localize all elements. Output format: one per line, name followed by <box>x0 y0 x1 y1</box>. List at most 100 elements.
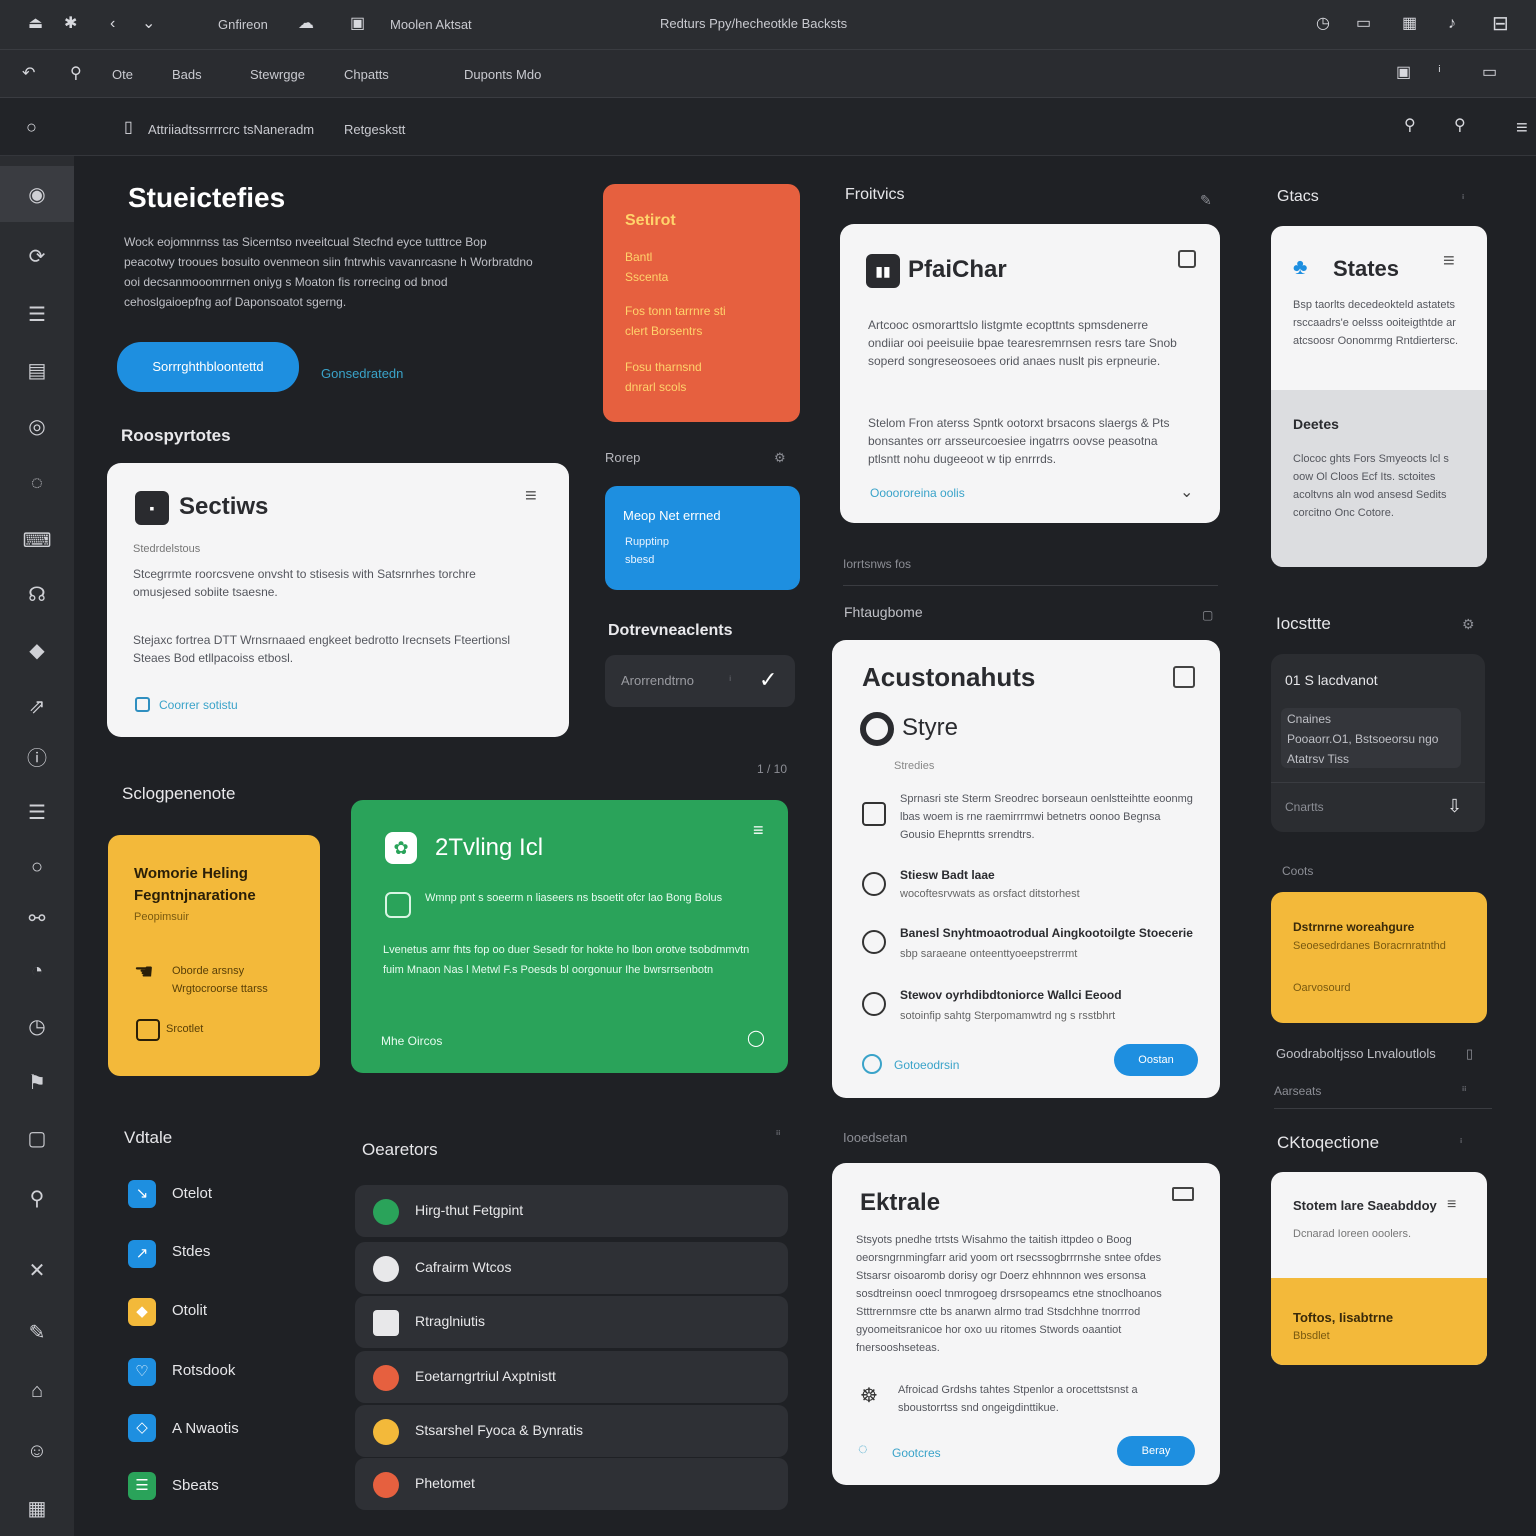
list-item[interactable]: Otelot <box>172 1185 212 1202</box>
primary-button[interactable]: Sorrrghthbloontettd <box>117 342 299 392</box>
window-icon[interactable]: ▣ <box>350 16 365 32</box>
list-row[interactable]: Rtraglniutis <box>355 1296 788 1348</box>
clock-icon[interactable]: ◷ <box>22 1012 52 1042</box>
docs-input[interactable]: Arorrendtrno ⁱ ✓ <box>605 655 795 707</box>
settings-icon[interactable]: ⚙ <box>774 450 786 466</box>
camera-icon[interactable]: ▭ <box>1356 16 1371 32</box>
save-icon[interactable]: ▣ <box>1396 65 1411 81</box>
secondary-link[interactable]: Gonsedratedn <box>321 366 403 381</box>
headset-icon[interactable]: ☊ <box>22 580 52 610</box>
list-row[interactable]: Phetomet <box>355 1458 788 1510</box>
search-icon[interactable]: ⚲ <box>22 1184 52 1214</box>
list-row[interactable]: Cafrairm Wtcos <box>355 1242 788 1294</box>
states-card[interactable]: ♣ States ≡ Bsp taorlts decedeokteld asta… <box>1271 226 1487 567</box>
pin-icon[interactable]: ⚑ <box>22 1068 52 1098</box>
panel-icon[interactable]: ⊟ <box>1492 14 1509 34</box>
info-icon[interactable]: ⁱ <box>1438 65 1441 81</box>
minimize-icon[interactable] <box>1172 1187 1194 1201</box>
breadcrumb[interactable]: Attriiadtssrrrrcrc tsNaneradm <box>148 122 314 137</box>
grid-icon[interactable]: ▦ <box>1402 16 1417 32</box>
share-icon[interactable]: ⚯ <box>22 904 52 934</box>
calendar-icon[interactable]: ▤ <box>22 356 52 386</box>
edit-icon[interactable]: ✎ <box>1200 192 1212 209</box>
preferences-card[interactable]: Acustonahuts Styre Stredies Sprnasri ste… <box>832 640 1220 1098</box>
menu-icon[interactable]: ≡ <box>1516 118 1528 138</box>
green-card[interactable]: ✿ 2Tvling Icl ≡ Wmnp pnt s soeerm n lias… <box>351 800 788 1073</box>
list-icon[interactable]: ☰ <box>22 798 52 828</box>
download-icon[interactable]: ⇩ <box>1447 796 1462 817</box>
checkbox[interactable] <box>1178 250 1196 268</box>
circle-icon[interactable]: ○ <box>26 118 37 136</box>
breadcrumb-section[interactable]: Retgeskstt <box>344 122 405 137</box>
primary-button[interactable]: Oostan <box>1114 1044 1198 1076</box>
globe-icon[interactable]: ◎ <box>22 412 52 442</box>
checkbox[interactable] <box>1173 666 1195 688</box>
toolbar-item[interactable]: Duponts Mdo <box>464 67 541 82</box>
window-icon[interactable]: ▢ <box>22 1124 52 1154</box>
yellow-card-left[interactable]: Womorie Heling Fegntnjnaratione Peopimsu… <box>108 835 320 1076</box>
back-icon[interactable]: ‹ <box>110 16 115 32</box>
checkbox[interactable] <box>135 697 150 712</box>
notes-card[interactable]: Stotem lare Saeabddoy ≡ Dcnarad Ioreen o… <box>1271 1172 1487 1365</box>
edit-icon[interactable]: ✎ <box>22 1318 52 1348</box>
chat-icon[interactable]: ◌ <box>22 468 52 498</box>
check-icon[interactable]: ✓ <box>759 667 777 693</box>
square-icon[interactable]: ▯ <box>1466 1046 1473 1062</box>
clock-icon[interactable]: ◷ <box>1316 16 1330 32</box>
list-item[interactable]: Otolit <box>172 1302 207 1319</box>
chevron-down-icon[interactable]: ⌄ <box>142 16 155 32</box>
card-link[interactable]: Oooororeina oolis <box>870 486 965 500</box>
card-link[interactable]: Mhe Oircos <box>381 1034 442 1048</box>
toolbar-item[interactable]: Ote <box>112 67 133 82</box>
search-icon[interactable]: ⚲ <box>1404 118 1416 134</box>
tools-icon[interactable]: ✕ <box>22 1256 52 1286</box>
chat-card[interactable]: ▮▮ PfaiChar Artcooc osmorarttslo listgmt… <box>840 224 1220 523</box>
menu-icon[interactable]: ≡ <box>753 820 764 841</box>
menu-icon[interactable]: ≡ <box>1443 250 1455 273</box>
eye-icon[interactable]: ◉ <box>22 180 52 210</box>
bell-icon[interactable]: ♪ <box>1448 16 1456 32</box>
primary-button[interactable]: Beray <box>1117 1436 1195 1466</box>
blue-card[interactable]: Meop Net errned Rupptinp sbesd <box>605 486 800 590</box>
tag-icon[interactable]: ◆ <box>22 636 52 666</box>
menu-item[interactable]: Gnfireon <box>218 17 268 32</box>
orange-card[interactable]: Setirot Bantl Sscenta Fos tonn tarrnre s… <box>603 184 800 422</box>
info-icon[interactable]: ⁱ <box>1462 192 1464 206</box>
keyboard-icon[interactable]: ⌨ <box>22 526 52 556</box>
settings-icon[interactable]: ✱ <box>64 16 77 32</box>
list-item[interactable]: Rotsdook <box>172 1362 235 1379</box>
card-link[interactable]: Gootcres <box>892 1446 941 1460</box>
info-icon[interactable]: ⁱⁱ <box>776 1128 780 1142</box>
toolbar-item[interactable]: Bads <box>172 67 202 82</box>
list-row[interactable]: Hirg-thut Fetgpint <box>355 1185 788 1237</box>
cloud-icon[interactable]: ☁ <box>298 16 314 32</box>
gauge-icon[interactable]: ◔ <box>22 956 52 986</box>
bag-icon[interactable]: ⌂ <box>22 1376 52 1406</box>
info-icon[interactable]: ⁱⁱ <box>1462 1084 1466 1098</box>
undo-icon[interactable]: ↶ <box>22 66 35 82</box>
list-icon[interactable]: ☰ <box>22 300 52 330</box>
info-icon[interactable]: ⁱ <box>1460 1136 1462 1150</box>
gear-icon[interactable]: ⚙ <box>1462 616 1475 633</box>
toolbar-item[interactable]: Chpatts <box>344 67 389 82</box>
calendar-icon[interactable]: ▦ <box>22 1494 52 1524</box>
card-link[interactable]: Gotoeodrsin <box>894 1058 959 1072</box>
status-panel[interactable]: 01 S lacdvanot Cnaines Pooaorr.O1, Bstso… <box>1271 654 1485 832</box>
search-icon[interactable]: ⚲ <box>1454 118 1466 134</box>
export-icon[interactable]: ⇗ <box>22 692 52 722</box>
chevron-down-icon[interactable]: ⌄ <box>1180 482 1193 502</box>
logo-icon[interactable]: ⏏ <box>28 16 43 32</box>
extra-card[interactable]: Ektrale Stsyots pnedhe trtsts Wisahmo th… <box>832 1163 1220 1485</box>
refresh-icon[interactable]: ⟳ <box>22 242 52 272</box>
sections-card[interactable]: ▪ Sectiws ≡ Stedrdelstous Stcegrrmte roo… <box>107 463 569 737</box>
list-item[interactable]: Stdes <box>172 1243 210 1260</box>
list-item[interactable]: Sbeats <box>172 1477 219 1494</box>
circle-icon[interactable]: ○ <box>22 852 52 882</box>
list-item[interactable]: A Nwaotis <box>172 1420 239 1437</box>
toolbar-item[interactable]: Stewrgge <box>250 67 305 82</box>
yellow-card-right[interactable]: Dstrnrne woreahgure Seoesedrdanes Boracr… <box>1271 892 1487 1023</box>
card-link[interactable]: Coorrer sotistu <box>159 698 238 712</box>
maximize-icon[interactable]: ▭ <box>1482 65 1497 81</box>
square-icon[interactable]: ▢ <box>1202 608 1213 622</box>
info-icon[interactable]: ⓘ <box>22 744 52 774</box>
